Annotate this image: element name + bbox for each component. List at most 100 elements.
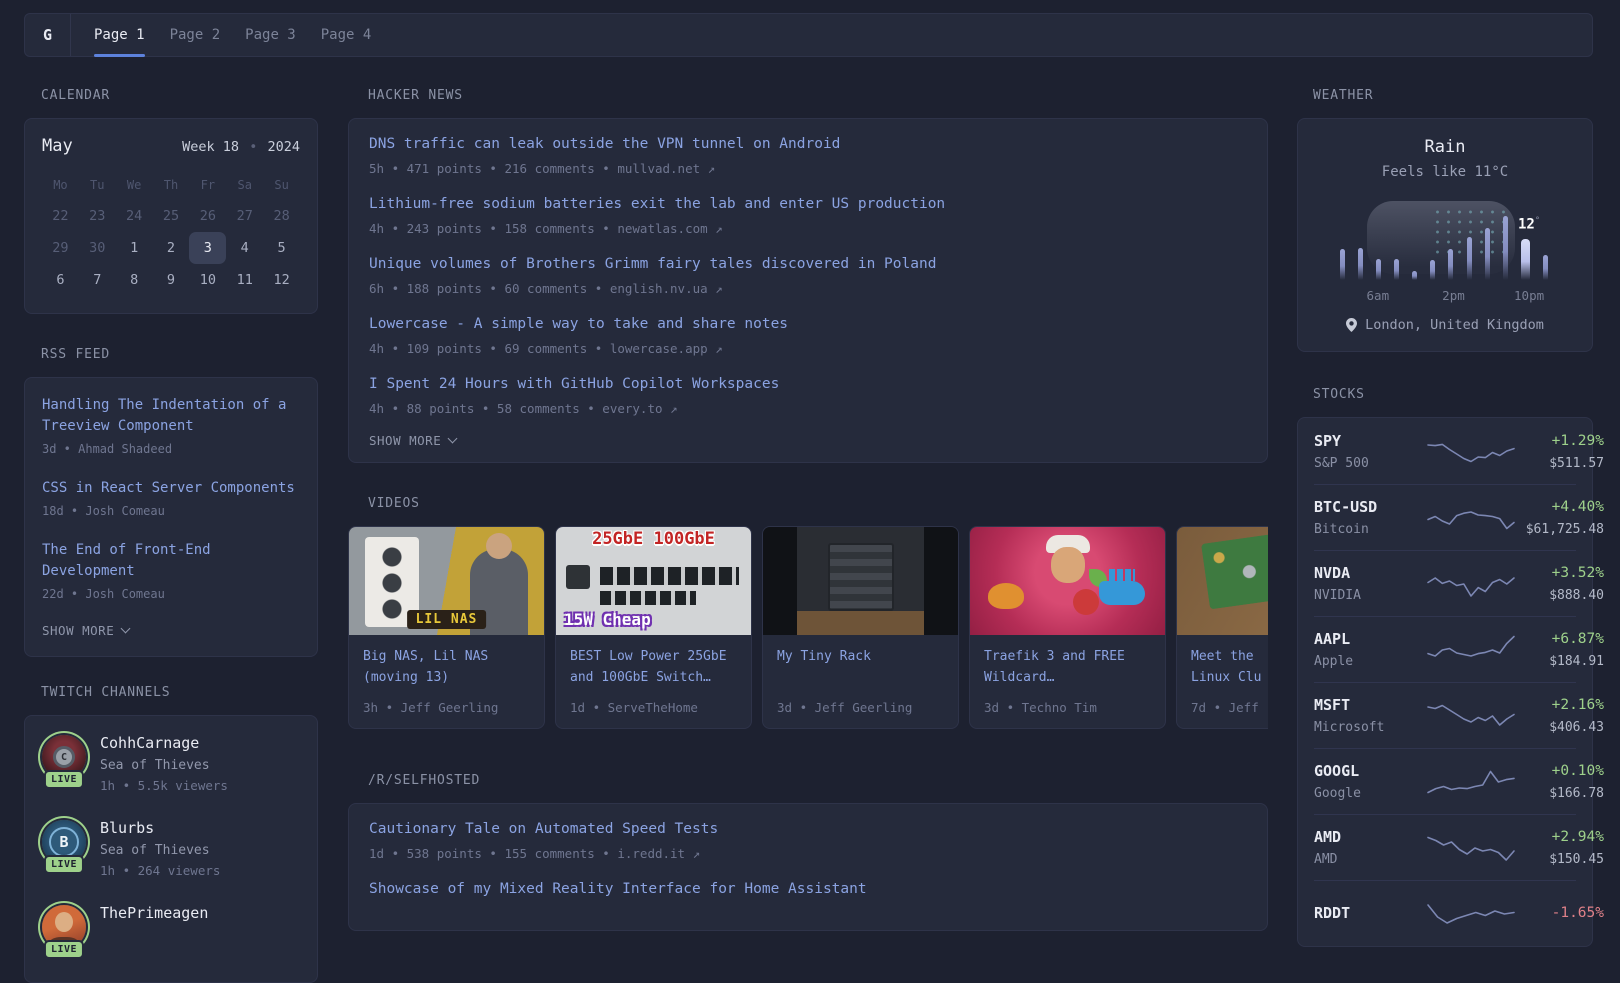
video-meta: 7d • Jeff <box>1191 700 1268 715</box>
tab-page-4[interactable]: Page 4 <box>321 14 372 56</box>
hn-item-title[interactable]: DNS traffic can leak outside the VPN tun… <box>369 133 1247 155</box>
video-thumbnail[interactable]: 25GbE 100GbE 15W Cheap <box>556 527 751 635</box>
video-thumbnail[interactable] <box>763 527 958 635</box>
video-meta: 3h • Jeff Geerling <box>363 700 530 715</box>
video-thumbnail[interactable]: FAS <box>1177 527 1268 635</box>
reddit-item-title[interactable]: Showcase of my Mixed Reality Interface f… <box>369 878 1247 900</box>
icon-graphic <box>1073 589 1099 615</box>
channel-name[interactable]: Blurbs <box>100 818 220 839</box>
avatar: LIVE <box>42 905 86 949</box>
video-thumbnail[interactable] <box>970 527 1165 635</box>
video-card-linux-cluster[interactable]: FAS Meet theLinux Clu 7d • Jeff <box>1176 526 1268 729</box>
reddit-item-meta: 1d • 538 points • 155 comments • i.redd.… <box>369 845 1247 862</box>
app-logo[interactable]: G <box>25 14 71 56</box>
video-title[interactable]: BEST Low Power 25GbEand 100GbE Switch… <box>570 646 737 688</box>
stock-change: +0.10% <box>1516 760 1604 782</box>
channel-name[interactable]: CohhCarnage <box>100 733 228 754</box>
stock-symbol: MSFT <box>1314 694 1426 716</box>
hn-item: Lowercase - A simple way to take and sha… <box>369 313 1247 357</box>
video-title[interactable]: Traefik 3 and FREEWildcard… <box>984 646 1151 688</box>
reddit-item-title[interactable]: Cautionary Tale on Automated Speed Tests <box>369 818 1247 840</box>
calendar-day: 12 <box>263 264 300 296</box>
tab-page-2[interactable]: Page 2 <box>170 14 221 56</box>
twitch-widget: C LIVE CohhCarnage Sea of Thieves 1h • 5… <box>24 715 318 983</box>
stock-row-aapl[interactable]: AAPL Apple +6.87% $184.91 <box>1314 616 1576 682</box>
stock-price: $150.45 <box>1516 850 1604 869</box>
calendar-day: 26 <box>189 200 226 232</box>
stock-change: +4.40% <box>1516 496 1604 518</box>
weather-condition: Rain <box>1314 137 1576 157</box>
hn-item-title[interactable]: I Spent 24 Hours with GitHub Copilot Wor… <box>369 373 1247 395</box>
stock-price: $406.43 <box>1516 718 1604 737</box>
calendar-week-info: Week 18 • 2024 <box>182 139 300 155</box>
videos-row: LIL NAS Big NAS, Lil NAS(moving 13) 3h •… <box>348 526 1268 729</box>
video-thumbnail[interactable]: LIL NAS <box>349 527 544 635</box>
stock-row-googl[interactable]: GOOGL Google +0.10% $166.78 <box>1314 748 1576 814</box>
stock-sparkline <box>1426 433 1516 469</box>
video-card-traefik[interactable]: Traefik 3 and FREEWildcard… 3d • Techno … <box>969 526 1166 729</box>
calendar-day: 30 <box>79 232 116 264</box>
twitch-channel-blurbs[interactable]: B LIVE Blurbs Sea of Thieves 1h • 264 vi… <box>42 818 300 880</box>
stock-row-msft[interactable]: MSFT Microsoft +2.16% $406.43 <box>1314 682 1576 748</box>
chevron-down-icon <box>121 624 131 634</box>
hn-item-title[interactable]: Unique volumes of Brothers Grimm fairy t… <box>369 253 1247 275</box>
live-badge: LIVE <box>44 770 84 789</box>
thumbnail-text: 25GbE 100GbE <box>556 529 751 549</box>
twitch-channel-theprimeagen[interactable]: LIVE ThePrimeagen <box>42 903 300 949</box>
stock-change: +6.87% <box>1516 628 1604 650</box>
rss-item-title[interactable]: Handling The Indentation of a Treeview C… <box>42 395 300 437</box>
video-title[interactable]: Meet theLinux Clu <box>1191 646 1268 688</box>
stock-change: +1.29% <box>1516 430 1604 452</box>
stocks-widget: SPY S&P 500 +1.29% $511.57 BTC-USD Bitco… <box>1297 417 1593 947</box>
hacker-news-heading: HACKER NEWS <box>368 88 1268 103</box>
calendar-week-separator: • <box>249 139 257 155</box>
hn-item-title[interactable]: Lithium-free sodium batteries exit the l… <box>369 193 1247 215</box>
stock-price: $184.91 <box>1516 652 1604 671</box>
rss-show-more-button[interactable]: SHOW MORE <box>42 623 300 638</box>
hn-item-title[interactable]: Lowercase - A simple way to take and sha… <box>369 313 1247 335</box>
stock-row-nvda[interactable]: NVDA NVIDIA +3.52% $888.40 <box>1314 550 1576 616</box>
calendar-day: 24 <box>116 200 153 232</box>
stock-change: +3.52% <box>1516 562 1604 584</box>
video-title[interactable]: My Tiny Rack <box>777 646 944 667</box>
weather-bar <box>1543 255 1548 280</box>
stock-symbol: RDDT <box>1314 902 1426 924</box>
stock-price: $888.40 <box>1516 586 1604 605</box>
tab-page-1[interactable]: Page 1 <box>94 14 145 56</box>
video-title-line: Traefik 3 and FREE <box>984 649 1125 664</box>
rss-item-title[interactable]: The End of Front-End Development <box>42 540 300 582</box>
weather-bar <box>1412 271 1417 280</box>
weather-bar <box>1340 249 1345 280</box>
stock-row-btc-usd[interactable]: BTC-USD Bitcoin +4.40% $61,725.48 <box>1314 484 1576 550</box>
rss-item-title[interactable]: CSS in React Server Components <box>42 478 300 499</box>
hn-item-meta: 4h • 109 points • 69 comments • lowercas… <box>369 340 1247 357</box>
video-card-tiny-rack[interactable]: My Tiny Rack 3d • Jeff Geerling <box>762 526 959 729</box>
video-title-line: My Tiny Rack <box>777 649 871 664</box>
stock-row-rddt[interactable]: RDDT -1.65% <box>1314 880 1576 946</box>
hn-item: DNS traffic can leak outside the VPN tun… <box>369 133 1247 177</box>
video-card-switch[interactable]: 25GbE 100GbE 15W Cheap BEST Low Power 25… <box>555 526 752 729</box>
weather-temp-label: 12° <box>1518 216 1540 233</box>
twitch-channel-cohhcarnage[interactable]: C LIVE CohhCarnage Sea of Thieves 1h • 5… <box>42 733 300 795</box>
live-badge: LIVE <box>44 855 84 874</box>
calendar-day: 5 <box>263 232 300 264</box>
stock-row-amd[interactable]: AMD AMD +2.94% $150.45 <box>1314 814 1576 880</box>
stock-change: +2.16% <box>1516 694 1604 716</box>
day-header: Sa <box>226 178 263 192</box>
chevron-down-icon <box>448 434 458 444</box>
weather-heading: WEATHER <box>1313 88 1593 103</box>
hn-show-more-button[interactable]: SHOW MORE <box>369 433 1247 448</box>
video-title[interactable]: Big NAS, Lil NAS(moving 13) <box>363 646 530 688</box>
day-header: Th <box>153 178 190 192</box>
calendar-grid: 222324252627282930123456789101112 <box>42 200 300 296</box>
tab-page-3[interactable]: Page 3 <box>245 14 296 56</box>
calendar-day: 10 <box>189 264 226 296</box>
dashboard-page: G Page 1 Page 2 Page 3 Page 4 CALENDAR M… <box>0 0 1620 983</box>
calendar-week-label: Week <box>182 139 215 155</box>
channel-name[interactable]: ThePrimeagen <box>100 903 208 924</box>
video-title-line: BEST Low Power 25GbE <box>570 649 727 664</box>
docker-whale-graphic <box>1099 581 1145 605</box>
stock-row-spy[interactable]: SPY S&P 500 +1.29% $511.57 <box>1314 418 1576 484</box>
icon-graphic <box>988 583 1024 609</box>
video-card-big-nas[interactable]: LIL NAS Big NAS, Lil NAS(moving 13) 3h •… <box>348 526 545 729</box>
